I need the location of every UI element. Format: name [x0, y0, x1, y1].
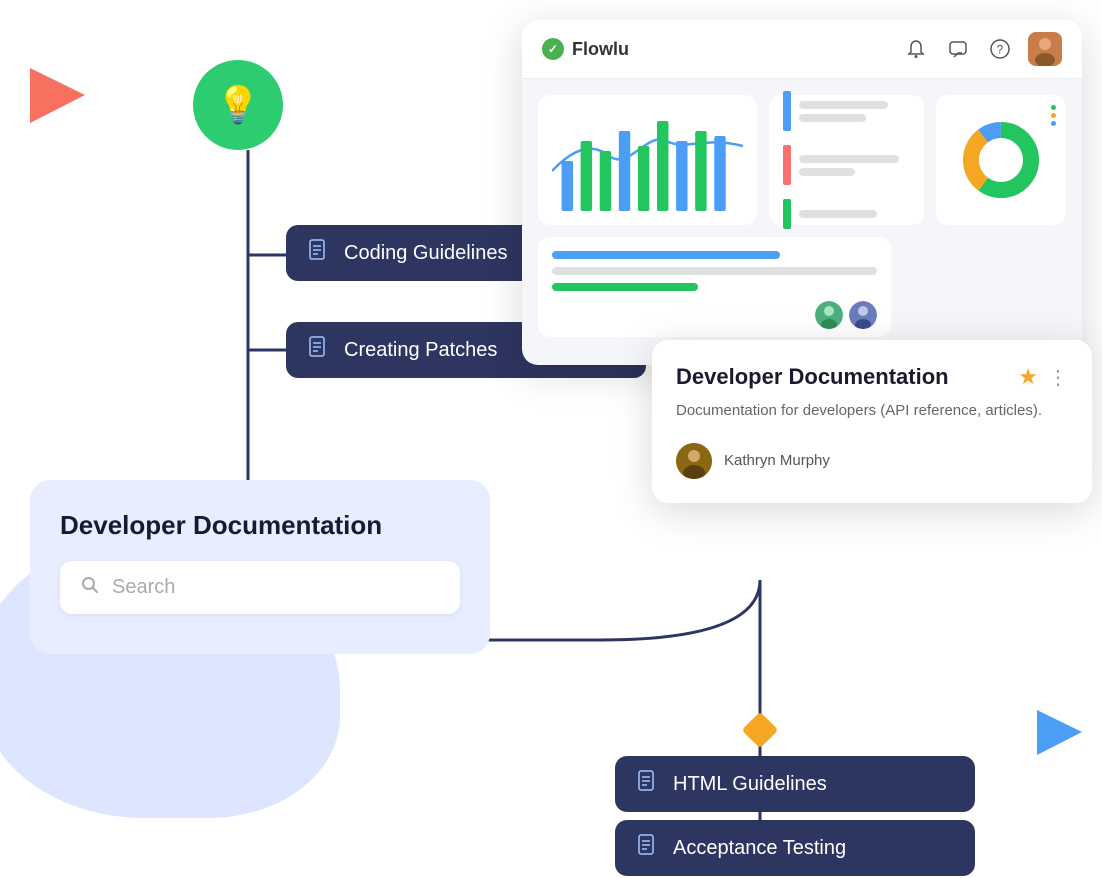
- avatar-1: [815, 301, 843, 329]
- author-name: Kathryn Murphy: [724, 452, 830, 469]
- doc-icon-patches: [308, 336, 330, 364]
- doc-icon-html: [637, 770, 659, 798]
- card-header: Developer Documentation ★ ⋮: [676, 364, 1068, 390]
- creating-patches-label: Creating Patches: [344, 339, 497, 362]
- diamond-connector: [742, 712, 779, 749]
- second-row: [538, 237, 1066, 337]
- author-row: Kathryn Murphy: [676, 443, 1068, 479]
- search-icon: [80, 575, 100, 600]
- flowlu-logo-icon: ✓: [542, 38, 564, 60]
- donut-svg: [961, 120, 1041, 200]
- flowlu-nav-icons: ?: [902, 32, 1062, 66]
- avatar-row: [552, 301, 877, 329]
- doc-icon-testing: [637, 834, 659, 862]
- user-avatar[interactable]: [1028, 32, 1062, 66]
- flowlu-content: [522, 79, 1082, 365]
- main-container: 💡 Coding Guidelines: [0, 0, 1102, 878]
- lightbulb-icon: 💡: [216, 84, 261, 126]
- flowlu-logo: ✓ Flowlu: [542, 38, 629, 60]
- star-icon[interactable]: ★: [1018, 364, 1038, 390]
- developer-documentation-card: Developer Documentation ★ ⋮ Documentatio…: [652, 340, 1092, 503]
- flowlu-title: Flowlu: [572, 39, 629, 60]
- acceptance-testing-node[interactable]: Acceptance Testing: [615, 820, 975, 876]
- orange-arrow-decoration: [30, 68, 85, 128]
- dots-menu[interactable]: [1051, 105, 1056, 126]
- more-options-icon[interactable]: ⋮: [1048, 365, 1068, 390]
- svg-text:?: ?: [997, 43, 1004, 57]
- progress-card: [538, 237, 891, 337]
- list-chart-card: [769, 95, 924, 225]
- bar-chart-svg: [552, 101, 743, 211]
- flowlu-topbar: ✓ Flowlu: [522, 20, 1082, 79]
- idea-node: 💡: [193, 60, 283, 150]
- blue-arrow-decoration: [1037, 710, 1082, 760]
- charts-row: [538, 95, 1066, 225]
- author-avatar: [676, 443, 712, 479]
- donut-chart-card: [936, 95, 1066, 225]
- bar-chart-card: [538, 95, 757, 225]
- coding-guidelines-label: Coding Guidelines: [344, 242, 507, 265]
- dev-doc-box-title: Developer Documentation: [60, 510, 460, 541]
- developer-documentation-box: Developer Documentation Search: [30, 480, 490, 654]
- acceptance-testing-label: Acceptance Testing: [673, 837, 846, 860]
- doc-icon-coding: [308, 239, 330, 267]
- card-description: Documentation for developers (API refere…: [676, 400, 1068, 423]
- search-box[interactable]: Search: [60, 561, 460, 614]
- html-guidelines-label: HTML Guidelines: [673, 773, 827, 796]
- flowlu-window: ✓ Flowlu: [522, 20, 1082, 365]
- help-icon[interactable]: ?: [986, 35, 1014, 63]
- search-placeholder: Search: [112, 576, 175, 599]
- avatar-2: [849, 301, 877, 329]
- notification-icon[interactable]: [902, 35, 930, 63]
- card-title: Developer Documentation: [676, 364, 949, 390]
- html-guidelines-node[interactable]: HTML Guidelines: [615, 756, 975, 812]
- card-actions: ★ ⋮: [1018, 364, 1068, 390]
- chat-icon[interactable]: [944, 35, 972, 63]
- check-icon: ✓: [548, 42, 558, 56]
